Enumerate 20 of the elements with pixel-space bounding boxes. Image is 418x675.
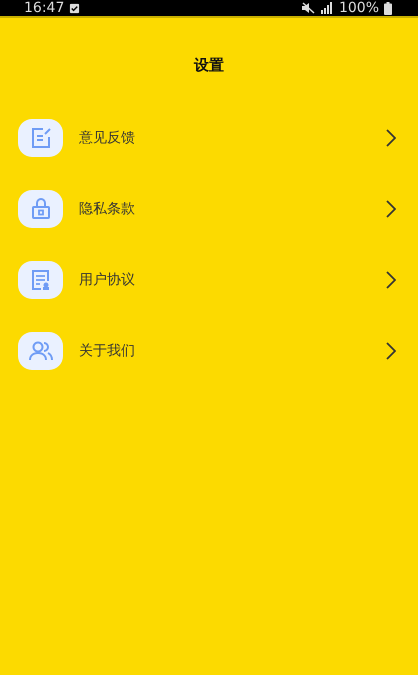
- item-label: 隐私条款: [79, 200, 136, 218]
- chevron-right-icon: [386, 342, 396, 360]
- battery-level: 100%: [338, 0, 379, 16]
- chevron-right-icon: [386, 200, 396, 218]
- settings-item[interactable]: 关于我们: [0, 332, 418, 370]
- chevron-right-icon: [386, 129, 396, 147]
- settings-item[interactable]: 用户协议: [0, 261, 418, 299]
- signal-icon: [320, 2, 334, 14]
- battery-icon: [384, 2, 392, 14]
- chevron-right-icon: [386, 271, 396, 289]
- page-title: 设置: [192, 56, 225, 75]
- checkbox-icon: [69, 2, 80, 14]
- mute-icon: [300, 2, 315, 14]
- settings-item[interactable]: 隐私条款: [0, 190, 418, 228]
- item-label: 用户协议: [79, 271, 136, 289]
- item-label: 意见反馈: [79, 129, 136, 147]
- status-time: 16:47: [24, 0, 64, 16]
- item-label: 关于我们: [79, 342, 136, 360]
- users-icon: [28, 339, 54, 363]
- settings-item[interactable]: 意见反馈: [0, 119, 418, 157]
